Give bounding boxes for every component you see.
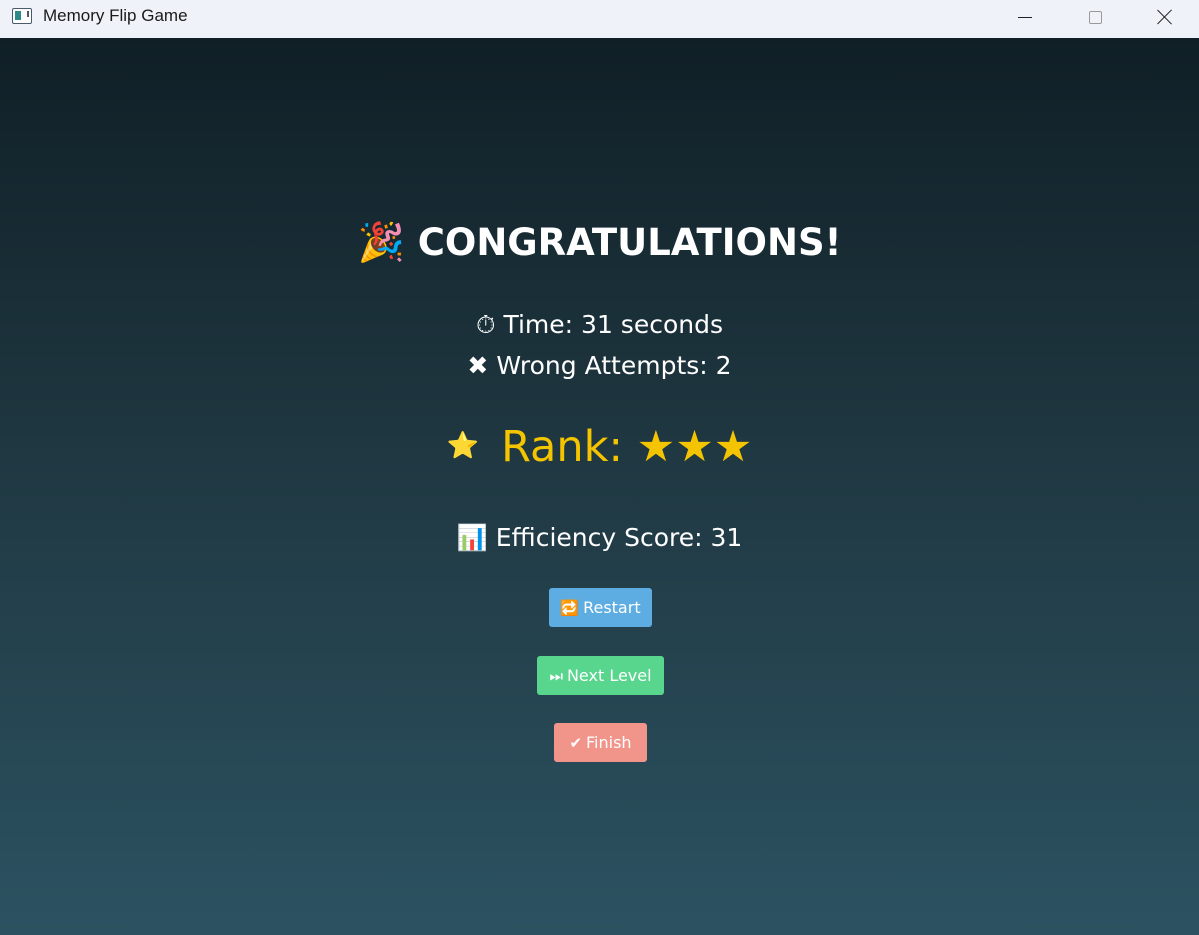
maximize-button[interactable] [1060, 0, 1130, 34]
app-window: Memory Flip Game 🎉 CONGRATULATIONS! ⏱ Ti… [0, 0, 1199, 935]
rank-text: Rank: ★★★ [501, 422, 753, 472]
skip-forward-icon: ⏭ [549, 666, 563, 685]
party-popper-icon: 🎉 [357, 220, 405, 264]
close-button[interactable] [1130, 0, 1199, 34]
minimize-icon [1018, 16, 1032, 18]
app-icon [12, 8, 32, 24]
finish-label: Finish [586, 733, 632, 752]
minimize-button[interactable] [990, 0, 1060, 34]
close-icon [1156, 8, 1174, 26]
time-text: Time: 31 seconds [503, 310, 723, 339]
checkmark-icon: ✔ [569, 733, 583, 752]
maximize-icon [1088, 10, 1102, 24]
rank-display: ⭐ Rank: ★★★ [0, 422, 1199, 472]
star-icon: ⭐ [446, 430, 480, 461]
finish-button[interactable]: ✔ Finish [554, 723, 647, 762]
congratulations-heading: 🎉 CONGRATULATIONS! [0, 220, 1199, 265]
results-screen: 🎉 CONGRATULATIONS! ⏱ Time: 31 seconds ✖ … [0, 38, 1199, 935]
bar-chart-icon: 📊 [456, 523, 488, 552]
wrong-attempts-stat: ✖ Wrong Attempts: 2 [0, 351, 1199, 380]
time-stat: ⏱ Time: 31 seconds [0, 310, 1199, 340]
wrong-attempts-text: Wrong Attempts: 2 [496, 351, 732, 380]
stopwatch-icon: ⏱ [476, 310, 496, 339]
next-level-label: Next Level [566, 666, 652, 685]
window-title: Memory Flip Game [43, 6, 188, 25]
efficiency-stat: 📊 Efficiency Score: 31 [0, 523, 1199, 553]
efficiency-text: Efficiency Score: 31 [495, 523, 743, 552]
restart-label: Restart [583, 598, 641, 617]
repeat-icon: 🔁 [560, 598, 580, 617]
next-level-button[interactable]: ⏭ Next Level [537, 656, 664, 695]
restart-button[interactable]: 🔁 Restart [549, 588, 652, 627]
cross-icon: ✖ [467, 351, 489, 380]
title-bar[interactable]: Memory Flip Game [0, 0, 1199, 38]
heading-text: CONGRATULATIONS! [417, 221, 842, 264]
